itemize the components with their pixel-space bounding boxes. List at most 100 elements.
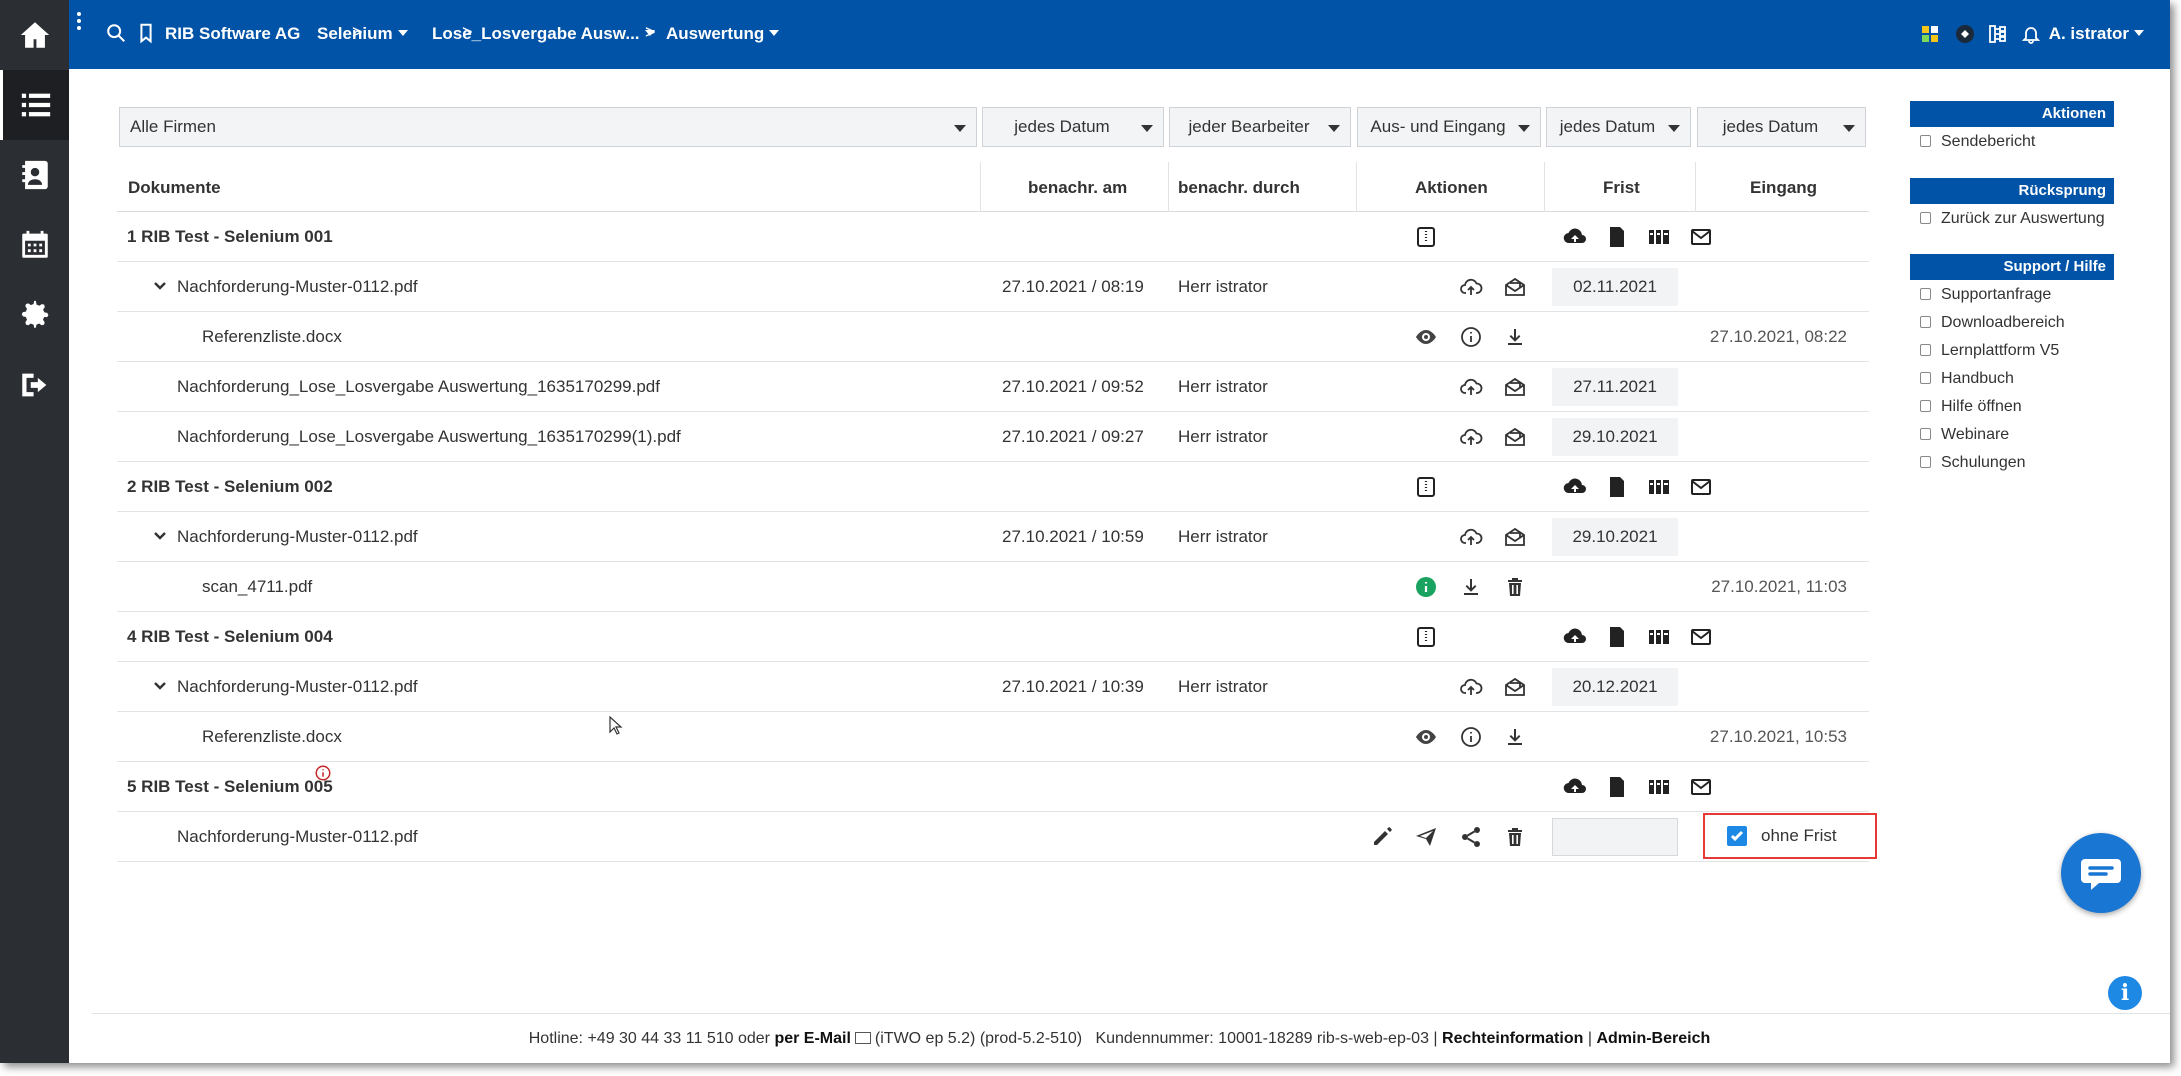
- footer-email-link[interactable]: per E-Mail: [774, 1030, 850, 1047]
- envelope-open-icon[interactable]: [1503, 675, 1527, 699]
- info-filled-icon[interactable]: [1414, 575, 1438, 599]
- deadline-field[interactable]: 29.10.2021: [1552, 418, 1678, 456]
- document-name[interactable]: Nachforderung_Lose_Losvergabe Auswertung…: [177, 377, 660, 397]
- deadline-field[interactable]: 29.10.2021: [1552, 518, 1678, 556]
- info-icon[interactable]: [1459, 725, 1483, 749]
- upload-icon[interactable]: [1459, 425, 1483, 449]
- bell-icon[interactable]: [2021, 24, 2041, 44]
- attachment-name[interactable]: Referenzliste.docx: [202, 327, 342, 347]
- panel-link-trainings[interactable]: Schulungen: [1920, 454, 2026, 472]
- breadcrumb-company[interactable]: RIB Software AG: [165, 24, 300, 44]
- panel-link-manual[interactable]: Handbuch: [1920, 370, 2014, 388]
- table-row[interactable]: Nachforderung-Muster-0112.pdf: [117, 812, 1869, 862]
- attachment-name[interactable]: scan_4711.pdf: [202, 577, 312, 597]
- eye-icon[interactable]: [1414, 725, 1438, 749]
- upload-icon[interactable]: [1459, 375, 1483, 399]
- editor-filter[interactable]: jeder Bearbeiter: [1169, 107, 1351, 147]
- deadline-input[interactable]: [1552, 818, 1678, 856]
- group-row[interactable]: 4 RIB Test - Selenium 004: [117, 612, 1869, 662]
- chat-button[interactable]: [2061, 833, 2141, 913]
- archive-icon[interactable]: [1414, 225, 1438, 249]
- col-notified-on[interactable]: benachr. am: [1028, 178, 1127, 198]
- col-notified-by[interactable]: benachr. durch: [1178, 178, 1300, 198]
- kebab-menu-icon[interactable]: [77, 12, 85, 30]
- binders-icon[interactable]: [1647, 775, 1671, 799]
- table-row[interactable]: Nachforderung-Muster-0112.pdf 27.10.2021…: [117, 662, 1869, 712]
- settings-icon[interactable]: [0, 280, 69, 350]
- search-icon[interactable]: [105, 22, 127, 44]
- mail-icon[interactable]: [1689, 625, 1713, 649]
- panel-link-learning[interactable]: Lernplattform V5: [1920, 342, 2059, 360]
- upload-cloud-icon[interactable]: [1563, 475, 1587, 499]
- envelope-open-icon[interactable]: [1503, 425, 1527, 449]
- envelope-open-icon[interactable]: [1503, 375, 1527, 399]
- no-deadline-checkbox[interactable]: ohne Frist: [1703, 813, 1877, 859]
- document-name[interactable]: Nachforderung-Muster-0112.pdf: [177, 277, 418, 297]
- panel-link-downloads[interactable]: Downloadbereich: [1920, 314, 2065, 332]
- table-row[interactable]: Nachforderung_Lose_Losvergabe Auswertung…: [117, 412, 1869, 462]
- breadcrumb-project[interactable]: Selenium: [317, 24, 408, 44]
- info-icon[interactable]: [1459, 325, 1483, 349]
- document-name[interactable]: Nachforderung-Muster-0112.pdf: [177, 527, 418, 547]
- group-row[interactable]: 2 RIB Test - Selenium 002: [117, 462, 1869, 512]
- app-logo-icon[interactable]: [1955, 24, 1975, 44]
- binders-icon[interactable]: [1647, 475, 1671, 499]
- user-menu[interactable]: A. istrator: [2049, 24, 2144, 44]
- date-filter-deadline[interactable]: jedes Datum: [1546, 107, 1691, 147]
- info-icon[interactable]: i: [2108, 976, 2142, 1010]
- warning-info-icon[interactable]: [314, 764, 332, 782]
- col-documents[interactable]: Dokumente: [128, 178, 221, 198]
- table-row[interactable]: Nachforderung_Lose_Losvergabe Auswertung…: [117, 362, 1869, 412]
- pdf-icon[interactable]: [1605, 775, 1629, 799]
- archive-icon[interactable]: [1414, 475, 1438, 499]
- calendar-icon[interactable]: [0, 210, 69, 280]
- chevron-down-icon[interactable]: [153, 279, 167, 293]
- date-filter-received[interactable]: jedes Datum: [1697, 107, 1866, 147]
- share-icon[interactable]: [1459, 825, 1483, 849]
- checkbox-checked-icon[interactable]: [1727, 826, 1747, 846]
- table-row[interactable]: Nachforderung-Muster-0112.pdf 27.10.2021…: [117, 262, 1869, 312]
- logout-icon[interactable]: [0, 350, 69, 420]
- archive-icon[interactable]: [1414, 625, 1438, 649]
- upload-cloud-icon[interactable]: [1563, 625, 1587, 649]
- deadline-field[interactable]: 02.11.2021: [1552, 268, 1678, 306]
- pdf-icon[interactable]: [1605, 225, 1629, 249]
- date-filter-notified[interactable]: jedes Datum: [982, 107, 1164, 147]
- mail-icon[interactable]: [1689, 225, 1713, 249]
- envelope-open-icon[interactable]: [1503, 525, 1527, 549]
- contacts-icon[interactable]: [0, 140, 69, 210]
- table-row[interactable]: scan_4711.pdf 27.10.2021, 11:03: [117, 562, 1869, 612]
- binders-icon[interactable]: [1647, 225, 1671, 249]
- trash-icon[interactable]: [1503, 575, 1527, 599]
- chevron-down-icon[interactable]: [153, 529, 167, 543]
- pencil-icon[interactable]: [1370, 825, 1394, 849]
- list-icon[interactable]: [0, 70, 69, 140]
- binders-icon[interactable]: [1647, 625, 1671, 649]
- home-icon[interactable]: [0, 0, 69, 70]
- group-row[interactable]: 5 RIB Test - Selenium 005: [117, 762, 1869, 812]
- apps-icon[interactable]: [1920, 24, 1940, 44]
- panel-link-support-request[interactable]: Supportanfrage: [1920, 286, 2051, 304]
- upload-cloud-icon[interactable]: [1563, 225, 1587, 249]
- attachment-name[interactable]: Referenzliste.docx: [202, 727, 342, 747]
- envelope-open-icon[interactable]: [1503, 275, 1527, 299]
- panel-link-webinars[interactable]: Webinare: [1920, 426, 2009, 444]
- direction-filter[interactable]: Aus- und Eingang: [1357, 107, 1541, 147]
- download-icon[interactable]: [1503, 725, 1527, 749]
- col-received[interactable]: Eingang: [1750, 178, 1817, 198]
- panel-link-help[interactable]: Hilfe öffnen: [1920, 398, 2022, 416]
- breadcrumb-procedure[interactable]: Lose_Losvergabe Ausw...: [432, 24, 655, 44]
- upload-icon[interactable]: [1459, 275, 1483, 299]
- document-name[interactable]: Nachforderung-Muster-0112.pdf: [177, 677, 418, 697]
- deadline-field[interactable]: 27.11.2021: [1552, 368, 1678, 406]
- upload-icon[interactable]: [1459, 525, 1483, 549]
- upload-icon[interactable]: [1459, 675, 1483, 699]
- mail-icon[interactable]: [1689, 775, 1713, 799]
- table-row[interactable]: Referenzliste.docx 27.10.2021, 08:22: [117, 312, 1869, 362]
- company-filter[interactable]: Alle Firmen: [119, 107, 977, 147]
- trash-icon[interactable]: [1503, 825, 1527, 849]
- download-icon[interactable]: [1459, 575, 1483, 599]
- table-row[interactable]: Nachforderung-Muster-0112.pdf 27.10.2021…: [117, 512, 1869, 562]
- breadcrumb-page[interactable]: Auswertung: [666, 24, 780, 44]
- download-icon[interactable]: [1503, 325, 1527, 349]
